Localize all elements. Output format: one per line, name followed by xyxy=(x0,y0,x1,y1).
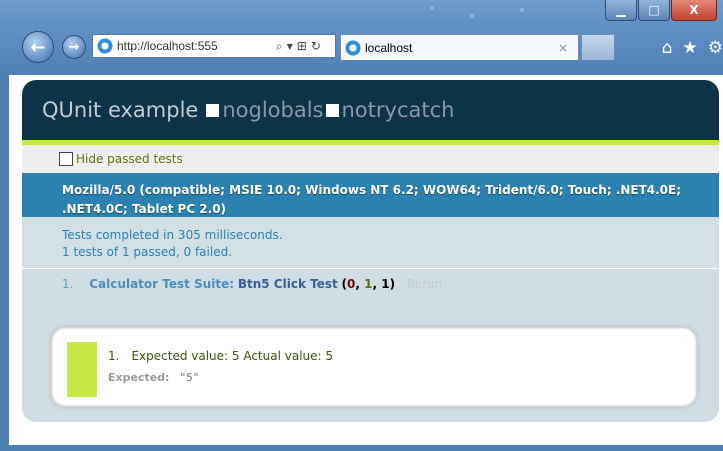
notrycatch-label[interactable]: notrycatch xyxy=(342,98,455,122)
tab-close-icon[interactable]: × xyxy=(558,41,568,55)
window-frame-left xyxy=(0,75,9,451)
tab-title: localhost xyxy=(365,40,413,55)
passed-count: 1 xyxy=(364,277,373,291)
assertion-pass-marker xyxy=(67,342,97,397)
window-frame-bottom xyxy=(0,445,723,451)
failed-count: 0 xyxy=(347,277,356,291)
page-title: QUnit example xyxy=(42,98,199,122)
noglobals-checkbox[interactable] xyxy=(206,103,220,117)
back-arrow-icon: ← xyxy=(30,36,46,58)
total-count: 1 xyxy=(381,277,390,291)
compatibility-view-icon[interactable]: ⊞ xyxy=(297,39,307,54)
forward-arrow-icon: → xyxy=(68,39,80,55)
noglobals-label[interactable]: noglobals xyxy=(222,98,323,122)
titlebar-decoration xyxy=(470,14,474,18)
qunit-toolbar: Hide passed tests xyxy=(22,145,719,173)
test-result-summary: Tests completed in 305 milliseconds. 1 t… xyxy=(22,217,719,269)
assertion-text: Expected value: 5 Actual value: 5 xyxy=(131,349,334,363)
favorites-star-icon[interactable]: ★ xyxy=(683,38,698,58)
address-bar[interactable]: http://localhost:555 ⌕ ▾ ⊞ ↻ xyxy=(92,34,336,58)
assertion-expected: Expected: "5" xyxy=(108,371,199,384)
rerun-link[interactable]: Rerun xyxy=(407,277,442,291)
window-controls: ▁ □ X xyxy=(604,0,717,21)
expected-label: Expected: xyxy=(108,371,170,384)
result-duration: Tests completed in 305 milliseconds. xyxy=(62,228,283,242)
page-content: QUnit example noglobals notrycatch Hide … xyxy=(9,75,723,445)
result-counts: 1 tests of 1 passed, 0 failed. xyxy=(62,245,233,259)
user-agent: Mozilla/5.0 (compatible; MSIE 10.0; Wind… xyxy=(22,173,719,217)
assertion-list: 1. Expected value: 5 Actual value: 5 Expe… xyxy=(51,327,697,407)
ie-page-icon xyxy=(97,38,113,54)
titlebar-decoration xyxy=(430,6,434,10)
tools-gear-icon[interactable]: ⚙ xyxy=(708,38,723,58)
address-tools: ⌕ ▾ ⊞ ↻ xyxy=(276,39,321,54)
titlebar-decoration xyxy=(520,8,524,12)
test-item[interactable]: 1. Calculator Test Suite: Btn5 Click Tes… xyxy=(22,269,719,291)
browser-toolbar-icons: ⌂ ★ ⚙ xyxy=(662,38,723,58)
tab-localhost[interactable]: localhost × xyxy=(340,34,579,60)
home-icon[interactable]: ⌂ xyxy=(662,38,673,58)
maximize-button[interactable]: □ xyxy=(638,0,670,21)
close-button[interactable]: X xyxy=(671,0,717,21)
new-tab-button[interactable] xyxy=(581,34,615,60)
hide-passed-checkbox[interactable] xyxy=(59,152,73,166)
test-name: Btn5 Click Test xyxy=(237,277,338,291)
refresh-icon[interactable]: ↻ xyxy=(311,39,321,54)
test-counts: (0, 1, 1) xyxy=(341,277,396,291)
address-url[interactable]: http://localhost:555 xyxy=(117,39,272,53)
qunit-header: QUnit example noglobals notrycatch xyxy=(22,80,719,140)
assertion-message: 1. Expected value: 5 Actual value: 5 xyxy=(108,349,333,363)
expected-value: "5" xyxy=(179,371,200,384)
test-module-name: Calculator Test Suite: xyxy=(89,277,235,291)
dropdown-icon[interactable]: ▾ xyxy=(287,39,293,54)
assertion-number: 1. xyxy=(108,349,120,363)
minimize-button[interactable]: ▁ xyxy=(605,0,637,21)
notrycatch-checkbox[interactable] xyxy=(325,103,339,117)
back-button[interactable]: ← xyxy=(22,31,54,63)
test-number: 1. xyxy=(62,277,74,291)
search-icon[interactable]: ⌕ xyxy=(276,39,283,54)
ie-tab-icon xyxy=(345,39,361,56)
forward-button[interactable]: → xyxy=(62,35,86,59)
hide-passed-label[interactable]: Hide passed tests xyxy=(76,152,183,166)
